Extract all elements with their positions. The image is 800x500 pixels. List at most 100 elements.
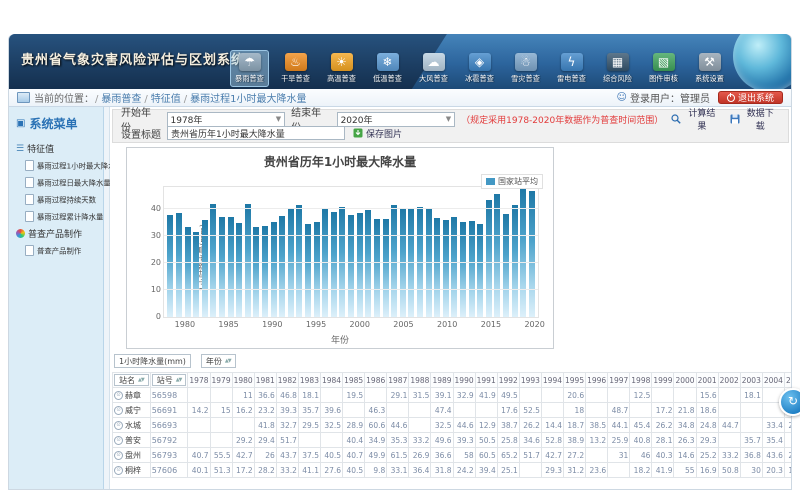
year-column-header[interactable]: 1981: [254, 373, 276, 388]
save-image-button[interactable]: 保存图片: [351, 127, 404, 140]
breadcrumb-path: /暴雨普查/特征值/暴雨过程1小时最大降水量: [94, 90, 309, 105]
sidebar-item[interactable]: 暴雨过程日最大降水量: [25, 174, 100, 191]
station-data-table: 站名 ▲▼ 站号 ▲▼ 197819: [112, 372, 791, 478]
year-column-header[interactable]: 1984: [320, 373, 342, 388]
start-year-select[interactable]: 1978年 ▼: [167, 112, 286, 127]
year-column-header[interactable]: 1990: [453, 373, 475, 388]
sidebar-item[interactable]: 暴雨过程持续天数: [25, 191, 100, 208]
logout-button[interactable]: 退出系统: [718, 91, 783, 104]
tree-children: 普查产品制作: [25, 242, 100, 259]
value-cell: 46.8: [276, 388, 298, 403]
bar-slot: [200, 187, 209, 317]
year-column-header[interactable]: 1993: [519, 373, 541, 388]
value-cell: 45.4: [630, 418, 652, 433]
breadcrumb-item[interactable]: 暴雨普查: [101, 94, 141, 105]
station-name-sort[interactable]: 站名 ▲▼: [114, 374, 149, 386]
value-cell: [365, 388, 387, 403]
nav-item-drought[interactable]: ♨干旱普查: [276, 50, 315, 87]
year-column-header[interactable]: 2005: [784, 373, 791, 388]
year-column-header[interactable]: 2003: [740, 373, 762, 388]
value-cell: 42.7: [541, 448, 563, 463]
nav-item-low-temp[interactable]: ❄低温普查: [368, 50, 407, 87]
year-column-header[interactable]: 2001: [696, 373, 718, 388]
nav-item-settings[interactable]: ⚒系统设置: [690, 50, 729, 87]
nav-item-snow[interactable]: ☃雪灾普查: [506, 50, 545, 87]
value-cell: 38.9: [564, 433, 586, 448]
sidebar: ▣ 系统菜单 ☰特征值暴雨过程1小时最大降水量暴雨过程日最大降水量暴雨过程持续天…: [9, 107, 104, 489]
value-cell: 29.5: [298, 418, 320, 433]
year-sort-chip[interactable]: 年份 ▲▼: [201, 354, 236, 368]
year-column-header[interactable]: 1988: [409, 373, 431, 388]
year-column-header[interactable]: 1999: [652, 373, 674, 388]
content: ▣ 系统菜单 ☰特征值暴雨过程1小时最大降水量暴雨过程日最大降水量暴雨过程持续天…: [9, 107, 791, 489]
year-column-header[interactable]: 2004: [762, 373, 784, 388]
year-column-header[interactable]: 1987: [387, 373, 409, 388]
breadcrumb-item[interactable]: 暴雨过程1小时最大降水量: [190, 94, 306, 105]
nav-item-lightning[interactable]: ϟ雷电普查: [552, 50, 591, 87]
bar-slot: [330, 187, 339, 317]
tree-group-product-making[interactable]: 普查产品制作: [12, 225, 100, 242]
breadcrumb-item[interactable]: 特征值: [151, 94, 181, 105]
nav-item-label: 大风普查: [418, 74, 450, 84]
nav-item-label: 低温普查: [372, 74, 404, 84]
nav-item-high-temp[interactable]: ☀高温普查: [322, 50, 361, 87]
year-column-header[interactable]: 1989: [431, 373, 453, 388]
table-filter-row: 1小时降水量(mm) 年份 ▲▼: [114, 354, 791, 368]
year-column-header[interactable]: 1978: [188, 373, 210, 388]
value-cell: [608, 388, 630, 403]
value-cell: 40.5: [343, 463, 365, 478]
sidebar-item[interactable]: 暴雨过程累计降水量: [25, 208, 100, 225]
value-cell: 60.5: [475, 448, 497, 463]
expand-row-icon[interactable]: ⊙: [114, 406, 123, 415]
nav-item-composite-risk[interactable]: ▦综合风险: [598, 50, 637, 87]
year-column-header[interactable]: 1996: [586, 373, 608, 388]
station-id-cell: 57606: [150, 463, 188, 478]
tree-group-feature-values[interactable]: ☰特征值: [12, 140, 100, 157]
value-cell: [718, 388, 740, 403]
year-column-header[interactable]: 1980: [232, 373, 254, 388]
nav-item-label: 综合风险: [602, 74, 634, 84]
download-button[interactable]: 数据下载: [728, 107, 780, 132]
value-cell: 24.2: [453, 463, 475, 478]
value-cell: 26.2: [519, 418, 541, 433]
metric-filter-chip[interactable]: 1小时降水量(mm): [114, 354, 191, 368]
value-cell: 34.6: [519, 433, 541, 448]
nav-item-rainstorm[interactable]: ☂暴雨普查: [230, 50, 269, 87]
year-column-header[interactable]: 1985: [343, 373, 365, 388]
menu-icon: ▣: [16, 118, 25, 129]
value-cell: 28.9: [343, 418, 365, 433]
header-nav: ☂暴雨普查♨干旱普查☀高温普查❄低温普查☁大风普查◈冰雹普查☃雪灾普查ϟ雷电普查…: [230, 50, 729, 87]
float-widget-button[interactable]: ↻: [779, 388, 800, 416]
year-column-header[interactable]: 1983: [298, 373, 320, 388]
nav-item-map-review[interactable]: ▧图件审核: [644, 50, 683, 87]
station-id-sort[interactable]: 站号 ▲▼: [152, 374, 187, 386]
calculate-button[interactable]: 计算结果: [669, 107, 721, 132]
year-column-header[interactable]: 2000: [674, 373, 696, 388]
year-column-header[interactable]: 1997: [608, 373, 630, 388]
year-column-header[interactable]: 1998: [630, 373, 652, 388]
year-column-header[interactable]: 1986: [365, 373, 387, 388]
chart-title-input[interactable]: [167, 126, 345, 140]
bar-slot: [183, 187, 192, 317]
year-column-header[interactable]: 1992: [497, 373, 519, 388]
app-title: 贵州省气象灾害风险评估与区划系统: [21, 49, 245, 68]
year-column-header[interactable]: 2002: [718, 373, 740, 388]
sidebar-item[interactable]: 普查产品制作: [25, 242, 100, 259]
year-column-header[interactable]: 1982: [276, 373, 298, 388]
nav-item-hail[interactable]: ◈冰雹普查: [460, 50, 499, 87]
year-column-header[interactable]: 1994: [541, 373, 563, 388]
value-cell: 52.5: [519, 403, 541, 418]
nav-item-wind[interactable]: ☁大风普查: [414, 50, 453, 87]
expand-row-icon[interactable]: ⊙: [114, 436, 123, 445]
year-column-header[interactable]: 1991: [475, 373, 497, 388]
sidebar-item[interactable]: 暴雨过程1小时最大降水量: [25, 157, 100, 174]
end-year-select[interactable]: 2020年 ▼: [337, 112, 456, 127]
year-column-header[interactable]: 1995: [564, 373, 586, 388]
expand-row-icon[interactable]: ⊙: [114, 421, 123, 430]
station-name-header: 站名 ▲▼: [113, 373, 151, 388]
year-column-header[interactable]: 1979: [210, 373, 232, 388]
expand-row-icon[interactable]: ⊙: [114, 391, 123, 400]
bar-1999: [348, 215, 354, 317]
expand-row-icon[interactable]: ⊙: [114, 451, 123, 460]
expand-row-icon[interactable]: ⊙: [114, 466, 123, 475]
